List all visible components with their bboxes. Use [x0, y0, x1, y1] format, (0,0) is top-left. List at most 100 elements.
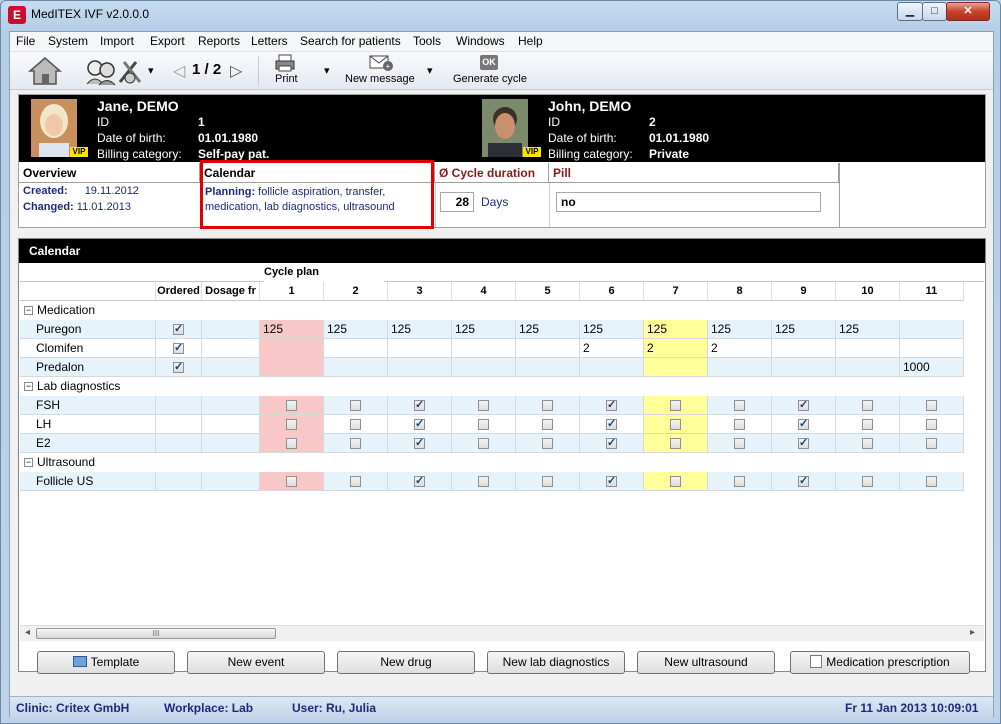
envelope-icon[interactable]: +: [368, 54, 394, 72]
day-cell[interactable]: [836, 434, 900, 453]
day-cell[interactable]: [324, 358, 388, 377]
new-message-button[interactable]: New message: [345, 73, 415, 85]
day-checkbox[interactable]: [798, 417, 809, 431]
day-cell[interactable]: [324, 415, 388, 434]
day-checkbox[interactable]: [542, 476, 553, 488]
day-checkbox[interactable]: [286, 419, 297, 431]
day-cell[interactable]: 125: [708, 320, 772, 339]
dosage-cell[interactable]: [202, 320, 260, 339]
group-row[interactable]: − Medication: [20, 301, 984, 320]
day-cell[interactable]: [580, 396, 644, 415]
day-cell[interactable]: [708, 434, 772, 453]
day-cell[interactable]: 2: [644, 339, 708, 358]
day-cell[interactable]: [516, 434, 580, 453]
day-cell[interactable]: [260, 434, 324, 453]
day-checkbox[interactable]: [542, 419, 553, 431]
day-cell[interactable]: [260, 339, 324, 358]
menu-system[interactable]: System: [48, 34, 88, 48]
day-checkbox[interactable]: [286, 400, 297, 412]
ordered-cell[interactable]: [156, 434, 202, 453]
day-cell[interactable]: 125: [452, 320, 516, 339]
minimize-button[interactable]: ▁: [897, 2, 923, 21]
day-checkbox[interactable]: [478, 476, 489, 488]
generate-cycle-button[interactable]: Generate cycle: [453, 73, 527, 85]
day-checkbox[interactable]: [414, 474, 425, 488]
day-cell[interactable]: [324, 396, 388, 415]
day-cell[interactable]: [772, 415, 836, 434]
row-name[interactable]: FSH: [20, 396, 156, 415]
ordered-cell[interactable]: [156, 358, 202, 377]
day-cell[interactable]: [260, 358, 324, 377]
day-cell[interactable]: [708, 472, 772, 491]
prev-patient-icon[interactable]: ◁: [173, 61, 185, 81]
pill-input[interactable]: no: [556, 192, 821, 212]
day-checkbox[interactable]: [862, 476, 873, 488]
male-patient-name[interactable]: John, DEMO: [548, 98, 631, 114]
day-checkbox[interactable]: [670, 419, 681, 431]
day-cell[interactable]: [452, 472, 516, 491]
chevron-down-icon[interactable]: ▾: [148, 64, 154, 77]
day-checkbox[interactable]: [606, 398, 617, 412]
day-cell[interactable]: 2: [580, 339, 644, 358]
day-cell[interactable]: [516, 415, 580, 434]
day-checkbox[interactable]: [670, 476, 681, 488]
day-cell[interactable]: [324, 472, 388, 491]
day-checkbox[interactable]: [926, 400, 937, 412]
day-cell[interactable]: [836, 396, 900, 415]
dosage-cell[interactable]: [202, 339, 260, 358]
day-cell[interactable]: [644, 434, 708, 453]
day-checkbox[interactable]: [670, 400, 681, 412]
menu-export[interactable]: Export: [150, 34, 185, 48]
day-checkbox[interactable]: [478, 438, 489, 450]
day-cell[interactable]: [580, 415, 644, 434]
scroll-thumb[interactable]: III: [36, 628, 276, 639]
day-checkbox[interactable]: [414, 417, 425, 431]
day-cell[interactable]: [836, 472, 900, 491]
day-cell[interactable]: [324, 339, 388, 358]
maximize-button[interactable]: □: [922, 2, 947, 21]
day-checkbox[interactable]: [926, 438, 937, 450]
ordered-cell[interactable]: [156, 396, 202, 415]
day-cell[interactable]: [900, 320, 964, 339]
row-name[interactable]: E2: [20, 434, 156, 453]
scroll-right-icon[interactable]: ▸: [970, 627, 975, 638]
menu-import[interactable]: Import: [100, 34, 134, 48]
new-event-button[interactable]: New event: [187, 651, 325, 674]
scroll-left-icon[interactable]: ◂: [25, 627, 30, 638]
menu-windows[interactable]: Windows: [456, 34, 505, 48]
menu-help[interactable]: Help: [518, 34, 543, 48]
day-checkbox[interactable]: [286, 438, 297, 450]
couple-icon[interactable]: [84, 58, 118, 86]
day-cell[interactable]: 125: [836, 320, 900, 339]
day-checkbox[interactable]: [286, 476, 297, 488]
day-checkbox[interactable]: [606, 417, 617, 431]
day-cell[interactable]: [644, 396, 708, 415]
ordered-checkbox[interactable]: [173, 360, 184, 374]
day-checkbox[interactable]: [798, 398, 809, 412]
day-cell[interactable]: [900, 472, 964, 491]
menu-tools[interactable]: Tools: [413, 34, 441, 48]
day-cell[interactable]: 125: [324, 320, 388, 339]
message-dropdown-icon[interactable]: ▾: [427, 64, 433, 77]
day-cell[interactable]: [580, 434, 644, 453]
day-cell[interactable]: 125: [644, 320, 708, 339]
day-cell[interactable]: [388, 339, 452, 358]
collapse-icon[interactable]: −: [24, 306, 33, 315]
day-cell[interactable]: [388, 472, 452, 491]
close-button[interactable]: ✕: [946, 2, 990, 21]
day-checkbox[interactable]: [414, 436, 425, 450]
day-cell[interactable]: [900, 339, 964, 358]
day-cell[interactable]: [644, 358, 708, 377]
day-cell[interactable]: [772, 472, 836, 491]
day-cell[interactable]: [452, 339, 516, 358]
day-cell[interactable]: [900, 415, 964, 434]
day-cell[interactable]: [708, 415, 772, 434]
row-name[interactable]: LH: [20, 415, 156, 434]
dosage-cell[interactable]: [202, 472, 260, 491]
menu-search-patients[interactable]: Search for patients: [300, 34, 401, 48]
day-cell[interactable]: [836, 415, 900, 434]
day-cell[interactable]: [644, 472, 708, 491]
day-cell[interactable]: [708, 358, 772, 377]
day-cell[interactable]: [324, 434, 388, 453]
day-cell[interactable]: [388, 434, 452, 453]
